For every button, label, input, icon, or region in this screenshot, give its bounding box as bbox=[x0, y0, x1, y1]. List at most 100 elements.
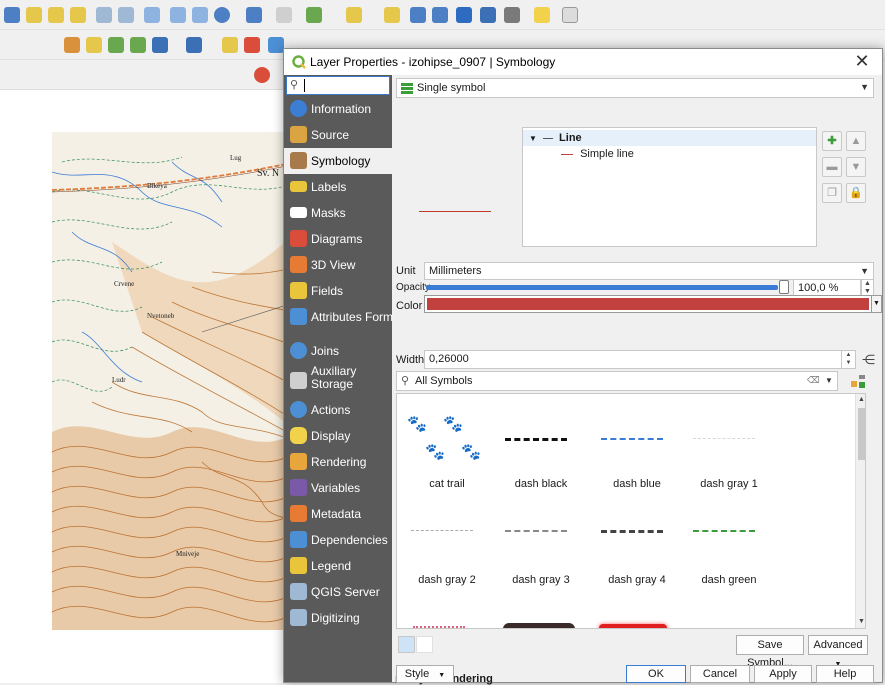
toolbar-icon[interactable] bbox=[432, 7, 448, 23]
scrollbar-thumb[interactable] bbox=[858, 408, 865, 460]
add-layer-button[interactable]: ✚ bbox=[822, 131, 842, 151]
nav-item-rendering[interactable]: Rendering bbox=[284, 449, 392, 475]
toolbar-icon[interactable] bbox=[64, 37, 80, 53]
toolbar-icon[interactable] bbox=[186, 37, 202, 53]
nav-item-digitizing[interactable]: Digitizing bbox=[284, 605, 392, 631]
renderer-select[interactable]: Single symbol ▼ bbox=[396, 78, 874, 98]
nav-item-symbology[interactable]: Symbology bbox=[284, 148, 392, 174]
tree-item-line[interactable]: ▼ Line bbox=[529, 132, 582, 144]
opacity-slider[interactable] bbox=[426, 285, 778, 290]
symbol-grid-scrollbar[interactable]: ▲ ▼ bbox=[855, 394, 865, 628]
opacity-spinbox[interactable]: 100,0 % bbox=[793, 279, 861, 296]
duplicate-layer-button[interactable]: ❐ bbox=[822, 183, 842, 203]
apply-button[interactable]: Apply bbox=[754, 665, 812, 683]
select-icon[interactable] bbox=[306, 7, 322, 23]
toolbar-icon[interactable] bbox=[346, 7, 362, 23]
nav-item-source[interactable]: Source bbox=[284, 122, 392, 148]
sum-icon[interactable] bbox=[480, 7, 496, 23]
color-menu-button[interactable]: ▼ bbox=[871, 295, 882, 313]
symbol-search-input[interactable]: ⚲ All Symbols ⌫ ▼ bbox=[396, 371, 838, 391]
identify-icon[interactable] bbox=[246, 7, 262, 23]
toolbar-icon[interactable] bbox=[4, 7, 20, 23]
scroll-up-icon[interactable]: ▲ bbox=[858, 396, 865, 403]
nav-item-qgis-server[interactable]: QGIS Server bbox=[284, 579, 392, 605]
nav-item-masks[interactable]: Masks bbox=[284, 200, 392, 226]
toolbar-icon[interactable] bbox=[144, 7, 160, 23]
symbol-dash-black[interactable]: dash black bbox=[493, 398, 589, 494]
toolbar-icon[interactable] bbox=[254, 67, 270, 83]
cancel-button[interactable]: Cancel bbox=[690, 665, 750, 683]
unit-select[interactable]: Millimeters ▼ bbox=[424, 262, 874, 280]
toolbar-icon[interactable] bbox=[384, 7, 400, 23]
toolbar-icon[interactable] bbox=[118, 7, 134, 23]
tree-item-simple-line[interactable]: Simple line bbox=[561, 148, 634, 160]
toolbar-icon[interactable] bbox=[222, 37, 238, 53]
nav-item-dependencies[interactable]: Dependencies bbox=[284, 527, 392, 553]
width-spinbox[interactable]: 0,26000 ▲ ▼ bbox=[424, 350, 856, 369]
clear-icon[interactable]: ⌫ bbox=[807, 375, 820, 386]
remove-layer-button[interactable]: ▬ bbox=[822, 157, 842, 177]
close-icon[interactable]: ✕ bbox=[852, 51, 872, 71]
symbol-partial[interactable] bbox=[503, 623, 575, 628]
lock-layer-button[interactable]: 🔒 bbox=[846, 183, 866, 203]
toolbar-icon[interactable] bbox=[456, 7, 472, 23]
toolbar-icon[interactable] bbox=[108, 37, 124, 53]
toolbar-icon[interactable] bbox=[70, 7, 86, 23]
width-unit-icon[interactable]: ⋲ bbox=[862, 352, 875, 368]
topographic-map[interactable]: Lug Sv. N Bikeya Nvetoneb Crvene Mniveje… bbox=[52, 132, 296, 630]
symbol-cat-trail[interactable]: 🐾 🐾 🐾 🐾 cat trail bbox=[399, 398, 495, 494]
nav-item-actions[interactable]: Actions bbox=[284, 397, 392, 423]
toolbar-icon[interactable] bbox=[244, 37, 260, 53]
symbol-dash-gray-2[interactable]: dash gray 2 bbox=[399, 494, 495, 590]
opacity-stepper[interactable]: ▲ ▼ bbox=[861, 279, 874, 296]
nav-item-3d-view[interactable]: 3D View bbox=[284, 252, 392, 278]
nav-item-labels[interactable]: Labels bbox=[284, 174, 392, 200]
toolbar-icon[interactable] bbox=[534, 7, 550, 23]
save-symbol-button[interactable]: Save Symbol... bbox=[736, 635, 804, 669]
move-down-button[interactable]: ▼ bbox=[846, 157, 866, 177]
style-manager-icon[interactable] bbox=[850, 372, 868, 390]
nav-item-legend[interactable]: Legend bbox=[284, 553, 392, 579]
nav-item-variables[interactable]: Variables bbox=[284, 475, 392, 501]
toolbar-icon[interactable] bbox=[410, 7, 426, 23]
symbol-dash-gray-4[interactable]: dash gray 4 bbox=[589, 494, 685, 590]
symbol-partial[interactable] bbox=[413, 626, 465, 628]
scroll-down-icon[interactable]: ▼ bbox=[858, 618, 865, 625]
symbol-dash-blue[interactable]: dash blue bbox=[589, 398, 685, 494]
symbol-dash-gray-3[interactable]: dash gray 3 bbox=[493, 494, 589, 590]
ok-button[interactable]: OK bbox=[626, 665, 686, 683]
refresh-icon[interactable] bbox=[214, 7, 230, 23]
nav-item-fields[interactable]: Fields bbox=[284, 278, 392, 304]
color-button[interactable] bbox=[424, 295, 872, 313]
toolbar-icon[interactable] bbox=[86, 37, 102, 53]
toolbar-icon[interactable] bbox=[562, 7, 578, 23]
toolbar-icon[interactable] bbox=[26, 7, 42, 23]
nav-item-diagrams[interactable]: Diagrams bbox=[284, 226, 392, 252]
toolbar-icon[interactable] bbox=[504, 7, 520, 23]
toolbar-icon[interactable] bbox=[268, 37, 284, 53]
toolbar-icon[interactable] bbox=[152, 37, 168, 53]
icon-view-button[interactable] bbox=[398, 636, 415, 653]
style-button[interactable]: Style ▼ bbox=[396, 665, 454, 683]
toolbar-icon[interactable] bbox=[48, 7, 64, 23]
toolbar-icon[interactable] bbox=[170, 7, 186, 23]
toolbar-icon[interactable] bbox=[130, 37, 146, 53]
nav-item-display[interactable]: Display bbox=[284, 423, 392, 449]
nav-item-metadata[interactable]: Metadata bbox=[284, 501, 392, 527]
symbol-dash-gray-1[interactable]: dash gray 1 bbox=[681, 398, 777, 494]
nav-item-auxiliary-storage[interactable]: Auxiliary Storage bbox=[284, 364, 392, 396]
advanced-button[interactable]: Advanced ▼ bbox=[808, 635, 868, 668]
nav-search-input[interactable]: ⚲ bbox=[286, 76, 390, 95]
toolbar-icon[interactable] bbox=[276, 7, 292, 23]
nav-item-attributes-form[interactable]: Attributes Form bbox=[284, 304, 393, 330]
help-button[interactable]: Help bbox=[816, 665, 874, 683]
symbol-dash-green[interactable]: dash green bbox=[681, 494, 777, 590]
toolbar-icon[interactable] bbox=[192, 7, 208, 23]
nav-item-joins[interactable]: Joins bbox=[284, 338, 392, 364]
nav-item-information[interactable]: Information bbox=[284, 96, 392, 122]
list-view-button[interactable] bbox=[416, 636, 433, 653]
toolbar-icon[interactable] bbox=[96, 7, 112, 23]
move-up-button[interactable]: ▲ bbox=[846, 131, 866, 151]
symbol-partial[interactable] bbox=[599, 624, 667, 628]
opacity-slider-handle[interactable] bbox=[779, 280, 789, 294]
